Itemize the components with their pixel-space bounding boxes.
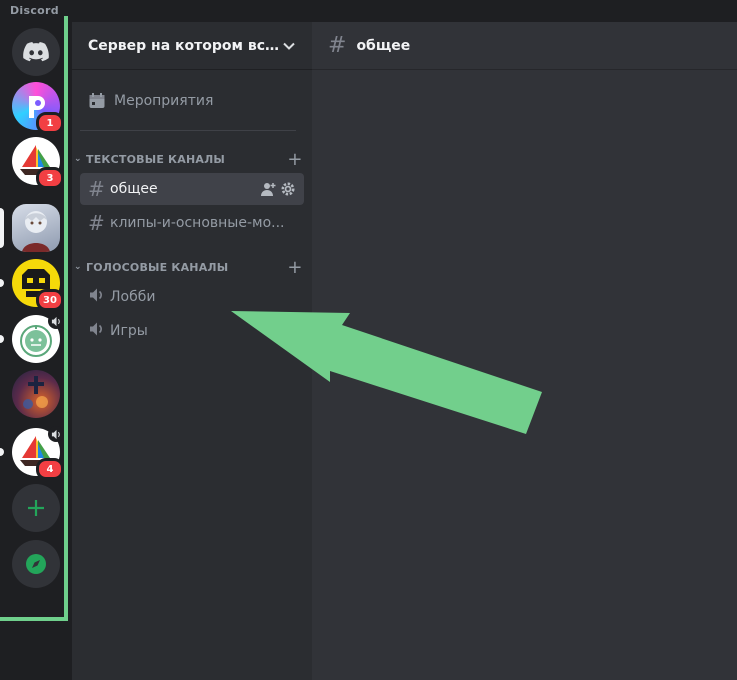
category-label: ТЕКСТОВЫЕ КАНАЛЫ (86, 152, 226, 166)
plus-icon (28, 500, 44, 516)
server-icon-yellow[interactable]: 30 (12, 259, 64, 311)
speaker-icon (88, 285, 110, 309)
gear-icon[interactable] (280, 181, 296, 197)
channel-title: общее (356, 37, 411, 54)
voice-active-icon (48, 426, 64, 442)
server-header[interactable]: Сервер на котором все... (72, 22, 312, 70)
app-brand: Discord (10, 4, 59, 17)
channel-name: общее (110, 181, 158, 197)
server-icon-green-bot[interactable] (12, 313, 64, 363)
discord-logo-icon (23, 42, 49, 62)
unread-indicator (0, 448, 4, 456)
hash-icon: # (328, 33, 347, 58)
notification-badge: 4 (36, 458, 64, 480)
server-icon-boat-2[interactable]: 4 (12, 426, 64, 480)
create-channel-icon[interactable]: + (286, 257, 304, 278)
hash-icon: # (88, 211, 105, 235)
selected-server-indicator (0, 208, 4, 248)
art-avatar-icon (23, 376, 48, 409)
anime-avatar-icon (22, 211, 50, 252)
server-name: Сервер на котором все... (88, 37, 282, 54)
unread-indicator (0, 335, 4, 343)
speaker-icon (88, 319, 110, 343)
voice-channel-games[interactable]: Игры (80, 315, 304, 347)
add-server-button[interactable] (12, 484, 60, 532)
explore-servers-button[interactable] (12, 540, 60, 588)
channel-general[interactable]: # общее (80, 173, 304, 205)
chevron-down-icon: ⌄ (74, 154, 82, 164)
invite-icon[interactable] (260, 181, 276, 197)
title-bar: Discord (0, 0, 737, 22)
notification-badge: 3 (36, 167, 64, 189)
category-text-channels[interactable]: ⌄ ТЕКСТОВЫЕ КАНАЛЫ + (72, 147, 312, 171)
channel-sidebar: Сервер на котором все... Мероприятия ⌄ Т… (72, 22, 312, 680)
channel-name: Игры (110, 323, 148, 339)
hash-icon: # (88, 177, 105, 201)
chevron-down-icon (283, 42, 295, 50)
server-icon-boat[interactable]: 3 (12, 137, 64, 189)
channel-name: Лобби (110, 289, 156, 305)
chevron-down-icon: ⌄ (74, 262, 82, 272)
voice-active-icon (48, 313, 64, 329)
discord-home-button[interactable] (12, 28, 60, 76)
calendar-icon (89, 93, 105, 108)
create-channel-icon[interactable]: + (286, 149, 304, 170)
channel-clips[interactable]: # клипы-и-основные-мо... (80, 207, 304, 239)
unread-indicator (0, 279, 4, 287)
server-icon-art[interactable] (12, 370, 60, 418)
channel-header: # общее (312, 22, 737, 70)
server-icon-p[interactable]: 1 (12, 82, 64, 134)
notification-badge: 1 (36, 112, 64, 134)
notification-badge: 30 (36, 289, 64, 311)
server-icon-anime[interactable] (12, 204, 60, 252)
events-item[interactable]: Мероприятия (80, 84, 304, 118)
server-rail: 1 3 30 4 (0, 16, 72, 680)
category-label: ГОЛОСОВЫЕ КАНАЛЫ (86, 260, 229, 274)
voice-channel-lobby[interactable]: Лобби (80, 281, 304, 313)
sidebar-divider (80, 130, 296, 131)
category-voice-channels[interactable]: ⌄ ГОЛОСОВЫЕ КАНАЛЫ + (72, 255, 312, 279)
chat-area: # общее (312, 22, 737, 680)
compass-icon (26, 554, 46, 574)
channel-name: клипы-и-основные-мо... (110, 215, 285, 231)
events-label: Мероприятия (114, 93, 214, 109)
